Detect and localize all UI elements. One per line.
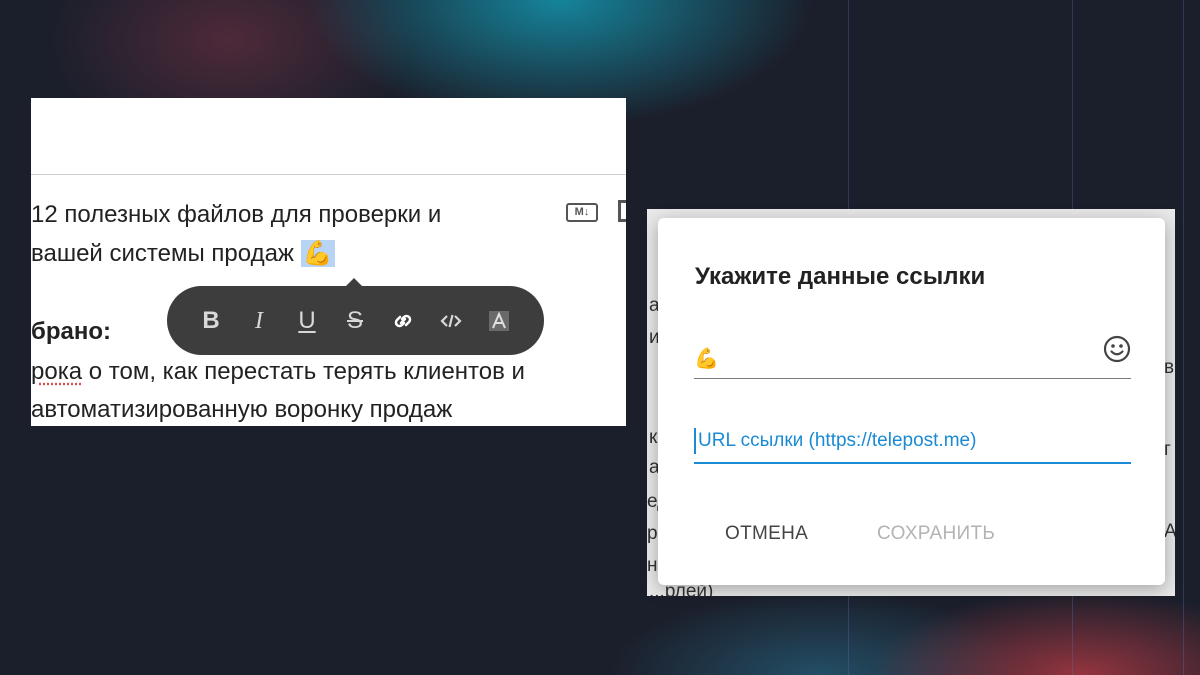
link-dialog: Укажите данные ссылки 💪 ОТМЕНА СОХРАНИТЬ [658, 218, 1165, 585]
code-icon[interactable] [433, 303, 469, 339]
link-icon[interactable] [385, 303, 421, 339]
backdrop-text: в [1164, 357, 1175, 378]
url-input[interactable] [694, 428, 1118, 454]
url-field[interactable] [694, 414, 1131, 464]
strikethrough-icon[interactable]: S [337, 303, 373, 339]
editor-text: вашей системы продаж [31, 240, 294, 267]
formatting-toolbar: B I U S [167, 278, 544, 355]
save-button[interactable]: СОХРАНИТЬ [877, 523, 995, 545]
editor-text-line[interactable]: вашей системы продаж 💪 [31, 239, 335, 269]
selected-emoji[interactable]: 💪 [300, 240, 335, 267]
dialog-title: Укажите данные ссылки [695, 263, 986, 290]
editor-divider [31, 174, 626, 175]
cancel-button[interactable]: ОТМЕНА [725, 523, 808, 545]
editor-text-line[interactable]: автоматизированную воронку продаж [31, 395, 452, 425]
underline-icon[interactable]: U [289, 303, 325, 339]
link-text-value: 💪 [694, 348, 719, 370]
spoiler-icon[interactable] [481, 303, 517, 339]
editor-text-line[interactable]: рока о том, как перестать терять клиенто… [31, 357, 525, 387]
italic-icon[interactable]: I [241, 303, 277, 339]
backdrop-text: г [1164, 439, 1171, 460]
link-text-field[interactable]: 💪 [694, 332, 1131, 379]
backdrop-text: к [649, 427, 658, 448]
editor-text-line[interactable]: 12 полезных файлов для проверки и [31, 200, 441, 230]
misspelled-word[interactable]: рока [31, 358, 82, 385]
bold-icon[interactable]: B [193, 303, 229, 339]
editor-text-line[interactable]: брано: [31, 317, 111, 347]
bg-line [1183, 0, 1184, 675]
backdrop-text: р [647, 523, 658, 544]
backdrop-text: А [1164, 521, 1175, 542]
smile-icon[interactable] [1103, 335, 1131, 363]
markdown-icon[interactable]: M↓ [566, 203, 598, 222]
fullscreen-icon[interactable] [618, 200, 626, 222]
post-editor[interactable]: 12 полезных файлов для проверки и вашей … [31, 98, 626, 426]
editor-text: о том, как перестать терять клиентов и [82, 358, 525, 385]
